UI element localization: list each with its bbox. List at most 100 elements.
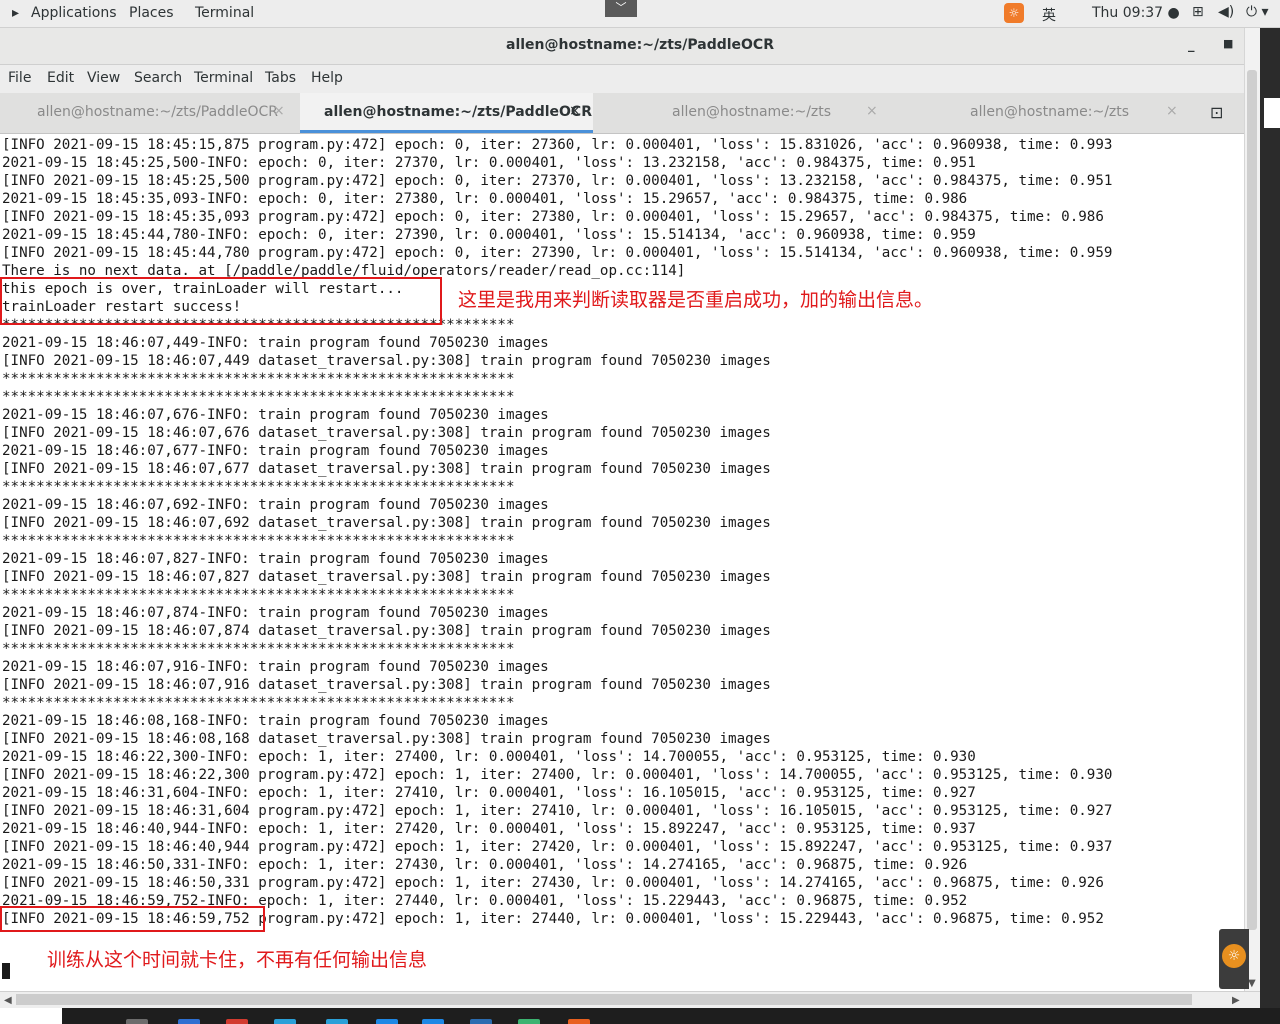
window-title: allen@hostname:~/zts/PaddleOCR <box>506 37 774 53</box>
tab-3[interactable]: allen@hostname:~/zts × <box>593 93 893 133</box>
tab-label: allen@hostname:~/zts/PaddleOCR <box>324 104 592 120</box>
tab-2[interactable]: allen@hostname:~/zts/PaddleOCR × <box>300 93 593 133</box>
terminal-line: [INFO 2021-09-15 18:46:50,331 program.py… <box>2 875 1104 891</box>
minimize-icon[interactable]: _ <box>1188 38 1195 53</box>
terminal-line: ****************************************… <box>2 533 515 549</box>
taskbar-app-icon[interactable] <box>178 1019 200 1024</box>
top-panel: ▸ Applications Places Terminal ﹀ ☼ 英 Thu… <box>0 0 1280 28</box>
terminal-line: ****************************************… <box>2 479 515 495</box>
scroll-left-icon[interactable]: ◀ <box>4 995 12 1006</box>
volume-icon[interactable]: ◀) <box>1218 4 1234 20</box>
close-icon[interactable]: × <box>569 103 581 119</box>
menu-search[interactable]: Search <box>134 70 182 86</box>
scroll-right-icon[interactable]: ▶ <box>1232 995 1240 1006</box>
terminal-line: 2021-09-15 18:46:07,874-INFO: train prog… <box>2 605 549 621</box>
terminal-line: [INFO 2021-09-15 18:46:07,692 dataset_tr… <box>2 515 771 531</box>
tab-label: allen@hostname:~/zts/PaddleOCR <box>37 104 278 120</box>
terminal-line: ****************************************… <box>2 641 515 657</box>
terminal-line: [INFO 2021-09-15 18:46:31,604 program.py… <box>2 803 1113 819</box>
terminal-line: 2021-09-15 18:46:07,449-INFO: train prog… <box>2 335 549 351</box>
chevron-down-icon[interactable]: ﹀ <box>605 0 637 17</box>
terminal-line: [INFO 2021-09-15 18:46:07,916 dataset_tr… <box>2 677 771 693</box>
scroll-down-icon[interactable]: ▼ <box>1248 978 1256 989</box>
terminal-line: [INFO 2021-09-15 18:46:07,449 dataset_tr… <box>2 353 771 369</box>
applications-menu[interactable]: Applications <box>31 5 117 21</box>
terminal-line: 2021-09-15 18:45:25,500-INFO: epoch: 0, … <box>2 155 976 171</box>
menu-view[interactable]: View <box>87 70 120 86</box>
terminal-line: 2021-09-15 18:46:31,604-INFO: epoch: 1, … <box>2 785 976 801</box>
terminal-line: [INFO 2021-09-15 18:46:08,168 dataset_tr… <box>2 731 771 747</box>
terminal-app-menu[interactable]: Terminal <box>195 5 254 21</box>
power-icon[interactable]: ⏻ ▾ <box>1246 4 1269 20</box>
taskbar-app-icon[interactable] <box>274 1019 296 1024</box>
background-window-edge <box>1260 28 1280 1008</box>
annotation-restart-note: 这里是我用来判断读取器是否重启成功，加的输出信息。 <box>458 289 934 311</box>
taskbar <box>0 1008 1280 1024</box>
taskbar-segment <box>0 1008 62 1024</box>
places-menu[interactable]: Places <box>129 5 174 21</box>
terminal-line: [INFO 2021-09-15 18:46:07,676 dataset_tr… <box>2 425 771 441</box>
terminal-line: 2021-09-15 18:46:07,677-INFO: train prog… <box>2 443 549 459</box>
terminal-line: 2021-09-15 18:46:07,827-INFO: train prog… <box>2 551 549 567</box>
input-method-indicator[interactable]: 英 <box>1042 5 1056 25</box>
close-icon[interactable]: × <box>273 103 285 119</box>
taskbar-app-icon[interactable] <box>326 1019 348 1024</box>
terminal-line: 2021-09-15 18:45:44,780-INFO: epoch: 0, … <box>2 227 976 243</box>
clock[interactable]: Thu 09:37 ● <box>1092 5 1180 21</box>
network-icon[interactable]: ⊞ <box>1192 4 1204 20</box>
taskbar-app-icon[interactable] <box>376 1019 398 1024</box>
tab-4[interactable]: allen@hostname:~/zts × <box>893 93 1193 133</box>
tab-bar: allen@hostname:~/zts/PaddleOCR × allen@h… <box>0 93 1244 134</box>
input-method-app-icon[interactable]: ☼ <box>1004 3 1024 23</box>
tab-label: allen@hostname:~/zts <box>970 104 1130 120</box>
tab-1[interactable]: allen@hostname:~/zts/PaddleOCR × <box>0 93 300 133</box>
new-tab-icon[interactable]: ⊡ <box>1210 103 1223 122</box>
menu-file[interactable]: File <box>8 70 31 86</box>
terminal-line: ****************************************… <box>2 695 515 711</box>
assistant-icon[interactable]: ☼ <box>1222 944 1246 968</box>
terminal-line: ****************************************… <box>2 371 515 387</box>
highlight-stuck-time-box <box>0 906 265 932</box>
menu-terminal[interactable]: Terminal <box>194 70 253 86</box>
terminal-line: [INFO 2021-09-15 18:46:07,677 dataset_tr… <box>2 461 771 477</box>
menu-bar: File Edit View Search Terminal Tabs Help <box>0 65 1244 93</box>
maximize-icon[interactable]: ■ <box>1223 37 1233 50</box>
close-icon[interactable]: × <box>866 103 878 119</box>
background-window-fragment <box>1264 98 1280 128</box>
terminal-line: 2021-09-15 18:46:50,331-INFO: epoch: 1, … <box>2 857 968 873</box>
tab-label: allen@hostname:~/zts <box>672 104 832 120</box>
terminal-line: [INFO 2021-09-15 18:45:25,500 program.py… <box>2 173 1113 189</box>
window-titlebar: allen@hostname:~/zts/PaddleOCR _ ■ <box>0 28 1244 65</box>
menu-help[interactable]: Help <box>311 70 343 86</box>
terminal-line: ****************************************… <box>2 587 515 603</box>
taskbar-app-icon[interactable] <box>568 1019 590 1024</box>
taskbar-app-icon[interactable] <box>422 1019 444 1024</box>
terminal-line: 2021-09-15 18:46:07,676-INFO: train prog… <box>2 407 549 423</box>
terminal-line: 2021-09-15 18:46:07,692-INFO: train prog… <box>2 497 549 513</box>
terminal-lines: [INFO 2021-09-15 18:45:15,875 program.py… <box>2 136 1112 928</box>
terminal-output[interactable]: [INFO 2021-09-15 18:45:15,875 program.py… <box>0 135 1244 991</box>
terminal-line: [INFO 2021-09-15 18:46:07,874 dataset_tr… <box>2 623 771 639</box>
terminal-line: 2021-09-15 18:46:07,916-INFO: train prog… <box>2 659 549 675</box>
taskbar-app-icon[interactable] <box>126 1019 148 1024</box>
terminal-line: [INFO 2021-09-15 18:45:44,780 program.py… <box>2 245 1113 261</box>
floating-assistant-widget[interactable]: ☼ <box>1219 929 1249 989</box>
terminal-line: [INFO 2021-09-15 18:45:15,875 program.py… <box>2 137 1113 153</box>
taskbar-app-icon[interactable] <box>518 1019 540 1024</box>
taskbar-app-icon[interactable] <box>226 1019 248 1024</box>
menu-tabs[interactable]: Tabs <box>265 70 296 86</box>
menu-edit[interactable]: Edit <box>47 70 74 86</box>
text-cursor <box>2 963 10 979</box>
terminal-line: 2021-09-15 18:46:22,300-INFO: epoch: 1, … <box>2 749 976 765</box>
active-tab-indicator <box>300 130 593 133</box>
terminal-line: ****************************************… <box>2 389 515 405</box>
terminal-line: 2021-09-15 18:46:08,168-INFO: train prog… <box>2 713 549 729</box>
terminal-line: 2021-09-15 18:46:40,944-INFO: epoch: 1, … <box>2 821 976 837</box>
horizontal-scrollbar-thumb[interactable] <box>16 994 1192 1005</box>
highlight-restart-box <box>0 277 442 325</box>
taskbar-app-icon[interactable] <box>470 1019 492 1024</box>
terminal-line: [INFO 2021-09-15 18:46:40,944 program.py… <box>2 839 1113 855</box>
close-icon[interactable]: × <box>1166 103 1178 119</box>
vertical-scrollbar-thumb[interactable] <box>1247 70 1257 930</box>
applications-menu-arrow-icon[interactable]: ▸ <box>12 5 19 21</box>
